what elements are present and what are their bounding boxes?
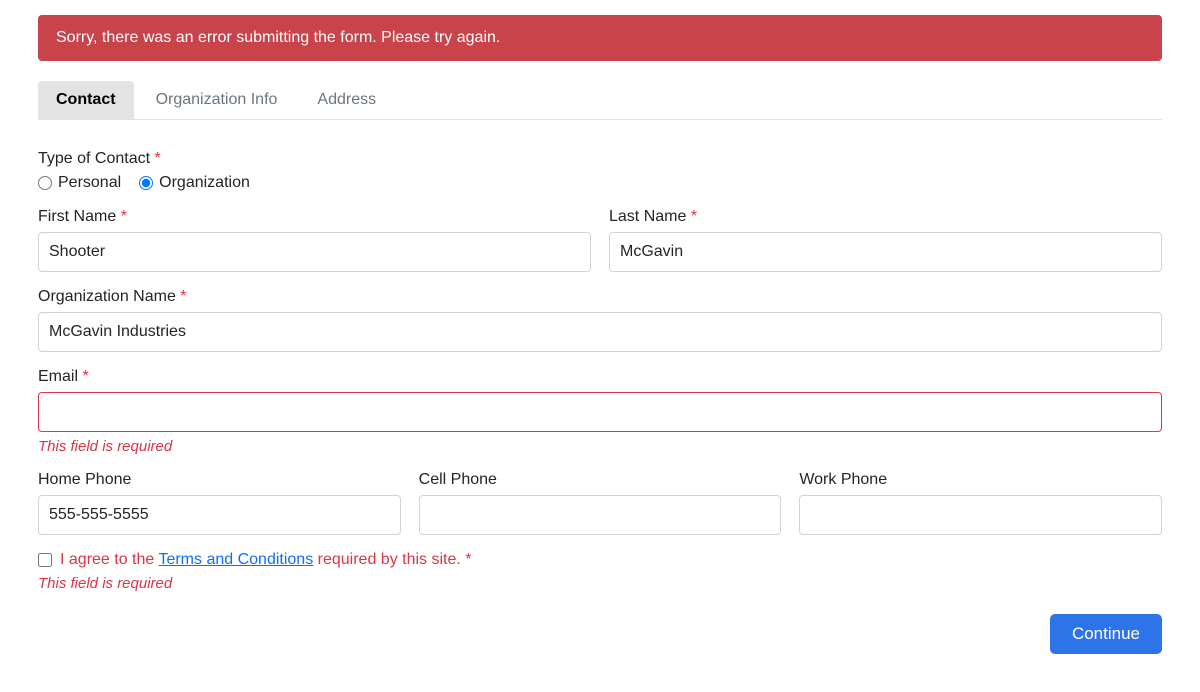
terms-label: I agree to the Terms and Conditions requ…: [60, 551, 472, 569]
form-error-alert: Sorry, there was an error submitting the…: [38, 15, 1162, 61]
required-mark: *: [82, 368, 88, 385]
radio-organization-label: Organization: [159, 174, 250, 192]
terms-checkbox[interactable]: [38, 553, 52, 567]
work-phone-input[interactable]: [799, 495, 1162, 535]
terms-text-pre: I agree to the: [60, 551, 158, 568]
terms-group: I agree to the Terms and Conditions requ…: [38, 551, 1162, 592]
form-actions: Continue: [38, 614, 1162, 654]
home-phone-group: Home Phone: [38, 471, 401, 535]
label-text: Organization Name: [38, 288, 176, 305]
type-of-contact-options: Personal Organization: [38, 174, 1162, 192]
cell-phone-label: Cell Phone: [419, 471, 782, 489]
radio-organization[interactable]: [139, 176, 153, 190]
first-name-group: First Name *: [38, 208, 591, 272]
work-phone-group: Work Phone: [799, 471, 1162, 535]
terms-error: This field is required: [38, 575, 1162, 592]
label-text: Type of Contact: [38, 150, 150, 167]
alert-message: Sorry, there was an error submitting the…: [56, 29, 500, 46]
tab-contact[interactable]: Contact: [38, 81, 134, 119]
cell-phone-group: Cell Phone: [419, 471, 782, 535]
tab-organization-info[interactable]: Organization Info: [138, 81, 296, 119]
label-text: First Name: [38, 208, 116, 225]
continue-button[interactable]: Continue: [1050, 614, 1162, 654]
home-phone-label: Home Phone: [38, 471, 401, 489]
email-group: Email * This field is required: [38, 368, 1162, 455]
terms-link[interactable]: Terms and Conditions: [158, 551, 313, 568]
tab-address[interactable]: Address: [299, 81, 394, 119]
required-mark: *: [121, 208, 127, 225]
required-mark: *: [180, 288, 186, 305]
org-name-input[interactable]: [38, 312, 1162, 352]
org-name-label: Organization Name *: [38, 288, 1162, 306]
radio-personal-wrap[interactable]: Personal: [38, 174, 121, 192]
last-name-input[interactable]: [609, 232, 1162, 272]
email-label: Email *: [38, 368, 1162, 386]
email-error: This field is required: [38, 438, 1162, 455]
required-mark: *: [155, 150, 161, 167]
radio-personal-label: Personal: [58, 174, 121, 192]
radio-organization-wrap[interactable]: Organization: [139, 174, 250, 192]
cell-phone-input[interactable]: [419, 495, 782, 535]
first-name-label: First Name *: [38, 208, 591, 226]
first-name-input[interactable]: [38, 232, 591, 272]
tab-bar: Contact Organization Info Address: [38, 81, 1162, 120]
last-name-group: Last Name *: [609, 208, 1162, 272]
terms-text-post: required by this site.: [313, 551, 461, 568]
required-mark: *: [691, 208, 697, 225]
email-input[interactable]: [38, 392, 1162, 432]
type-of-contact-label: Type of Contact *: [38, 150, 1162, 168]
org-name-group: Organization Name *: [38, 288, 1162, 352]
work-phone-label: Work Phone: [799, 471, 1162, 489]
label-text: Email: [38, 368, 78, 385]
last-name-label: Last Name *: [609, 208, 1162, 226]
home-phone-input[interactable]: [38, 495, 401, 535]
required-mark: *: [465, 551, 471, 568]
radio-personal[interactable]: [38, 176, 52, 190]
type-of-contact-group: Type of Contact * Personal Organization: [38, 150, 1162, 192]
label-text: Last Name: [609, 208, 686, 225]
